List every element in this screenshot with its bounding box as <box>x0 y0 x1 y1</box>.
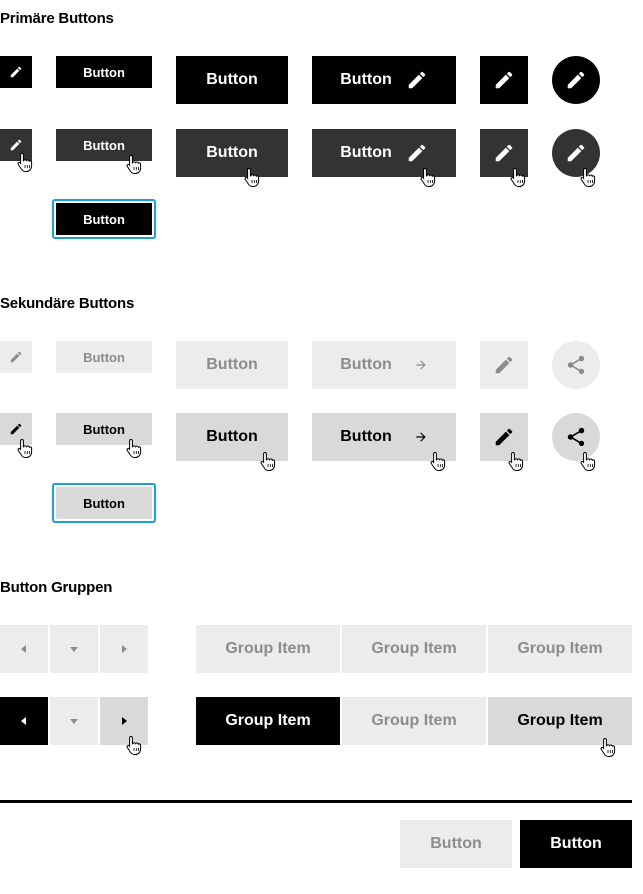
pencil-icon <box>495 356 513 374</box>
secondary-button-hover[interactable]: Button <box>176 413 288 461</box>
primary-icon-button-hover[interactable] <box>480 129 528 177</box>
group-item-label: Group Item <box>517 712 603 729</box>
primary-round-icon-button-hover[interactable] <box>552 129 600 177</box>
arrow-right-icon <box>416 360 426 370</box>
caret-left-icon <box>21 717 26 725</box>
button-label: Button <box>83 421 125 437</box>
section-heading-groups: Button Gruppen <box>0 579 113 596</box>
group-next-button-hover[interactable] <box>100 697 148 745</box>
primary-icon-button-small-hover[interactable] <box>0 129 32 161</box>
pencil-icon <box>567 144 585 162</box>
group-item-label: Group Item <box>371 640 457 657</box>
primary-button-small-hover[interactable]: Button <box>56 129 152 161</box>
footer-primary-button[interactable]: Button <box>520 820 632 868</box>
secondary-icon-button-hover[interactable] <box>480 413 528 461</box>
caret-right-icon <box>122 717 127 725</box>
secondary-icon-button-small-hover[interactable] <box>0 413 32 445</box>
button-label: Button <box>83 137 125 153</box>
pencil-icon <box>567 71 585 89</box>
pencil-icon <box>408 71 426 89</box>
pencil-icon <box>10 66 22 78</box>
group-item[interactable]: Group Item <box>488 625 632 673</box>
group-item[interactable]: Group Item <box>342 625 486 673</box>
footer-secondary-button[interactable]: Button <box>400 820 512 868</box>
group-prev-button[interactable] <box>0 625 48 673</box>
primary-button[interactable]: Button <box>176 56 288 104</box>
button-label: Button <box>430 835 482 852</box>
pencil-icon <box>10 351 22 363</box>
secondary-button-with-arrow-hover[interactable]: Button <box>312 413 456 461</box>
button-label: Button <box>340 71 392 88</box>
button-label: Button <box>206 144 258 161</box>
button-label: Button <box>83 211 125 227</box>
primary-button-with-icon-hover[interactable]: Button <box>312 129 456 177</box>
group-next-button[interactable] <box>100 625 148 673</box>
share-icon <box>567 427 585 447</box>
primary-round-icon-button[interactable] <box>552 56 600 104</box>
secondary-round-share-button[interactable] <box>552 341 600 389</box>
section-heading-primary: Primäre Buttons <box>0 10 114 27</box>
secondary-button[interactable]: Button <box>176 341 288 389</box>
primary-button-small[interactable]: Button <box>56 56 152 88</box>
secondary-icon-button-small[interactable] <box>0 341 32 373</box>
group-item[interactable]: Group Item <box>342 697 486 745</box>
group-item-hover[interactable]: Group Item <box>488 697 632 745</box>
button-label: Button <box>340 356 392 373</box>
pencil-icon <box>495 71 513 89</box>
group-item-label: Group Item <box>225 712 311 729</box>
primary-icon-button[interactable] <box>480 56 528 104</box>
secondary-button-with-arrow[interactable]: Button <box>312 341 456 389</box>
group-item-active[interactable]: Group Item <box>196 697 340 745</box>
button-label: Button <box>206 71 258 88</box>
secondary-button-small-hover[interactable]: Button <box>56 413 152 445</box>
button-label: Button <box>83 495 125 511</box>
pencil-icon <box>408 144 426 162</box>
secondary-button-small[interactable]: Button <box>56 341 152 373</box>
primary-button-hover[interactable]: Button <box>176 129 288 177</box>
pencil-icon <box>495 144 513 162</box>
button-label: Button <box>206 356 258 373</box>
caret-down-icon <box>70 719 78 724</box>
caret-left-icon <box>21 645 26 653</box>
pencil-icon <box>495 428 513 446</box>
pencil-icon <box>10 139 22 151</box>
secondary-icon-button[interactable] <box>480 341 528 389</box>
button-label: Button <box>340 144 392 161</box>
group-item-label: Group Item <box>517 640 603 657</box>
button-label: Button <box>550 835 602 852</box>
button-label: Button <box>206 428 258 445</box>
secondary-button-focus[interactable]: Button <box>52 483 156 523</box>
group-dropdown-button[interactable] <box>50 625 98 673</box>
footer-divider <box>0 800 632 803</box>
primary-button-with-icon[interactable]: Button <box>312 56 456 104</box>
group-prev-button-active[interactable] <box>0 697 48 745</box>
group-item-label: Group Item <box>371 712 457 729</box>
primary-button-focus[interactable]: Button <box>52 199 156 239</box>
secondary-round-share-button-hover[interactable] <box>552 413 600 461</box>
group-dropdown-button[interactable] <box>50 697 98 745</box>
group-item[interactable]: Group Item <box>196 625 340 673</box>
arrow-right-icon <box>416 432 426 442</box>
button-label: Button <box>83 349 125 365</box>
button-label: Button <box>83 64 125 80</box>
primary-icon-button-small[interactable] <box>0 56 32 88</box>
caret-right-icon <box>122 645 127 653</box>
group-item-label: Group Item <box>225 640 311 657</box>
button-label: Button <box>340 428 392 445</box>
section-heading-secondary: Sekundäre Buttons <box>0 295 135 312</box>
pencil-icon <box>10 423 22 435</box>
share-icon <box>567 355 585 375</box>
caret-down-icon <box>70 647 78 652</box>
